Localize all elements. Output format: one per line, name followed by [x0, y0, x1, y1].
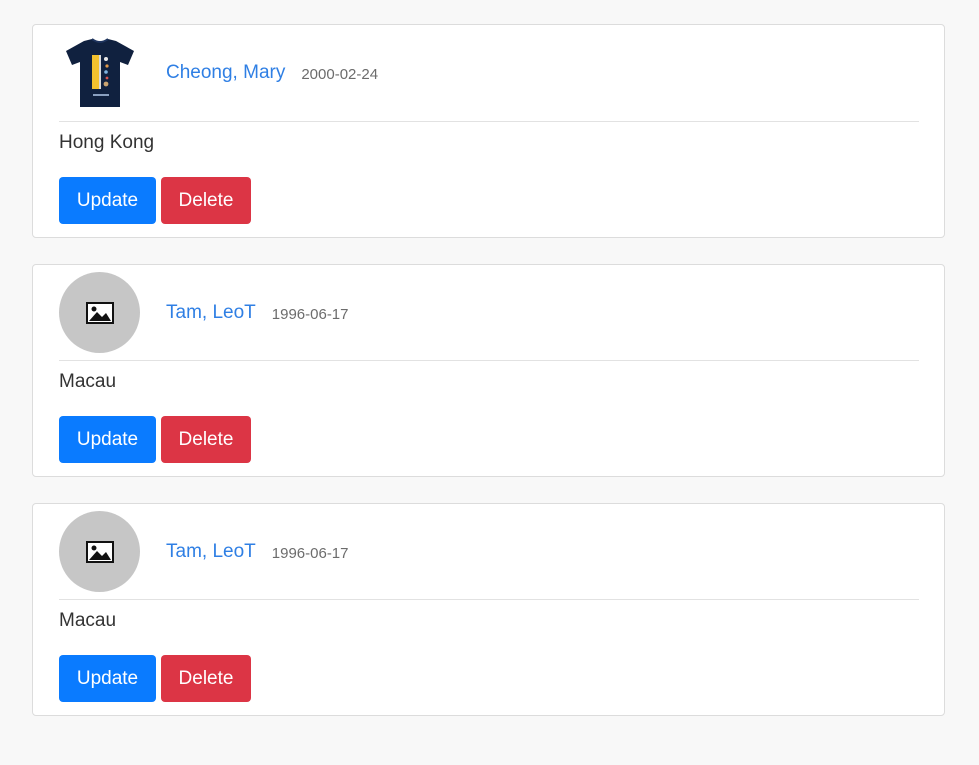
update-button[interactable]: Update [59, 416, 156, 463]
delete-button[interactable]: Delete [161, 655, 251, 702]
avatar [59, 511, 140, 592]
person-list: Cheong, Mary 2000-02-24 Hong Kong Update… [32, 24, 945, 742]
person-dob: 2000-02-24 [301, 66, 379, 83]
tshirt-photo [65, 38, 134, 107]
person-card: Tam, LeoT 1996-06-17 Macau Update Delete [32, 264, 945, 477]
avatar [59, 33, 140, 114]
image-placeholder-icon [85, 301, 114, 324]
avatar [59, 272, 140, 353]
person-dob: 1996-06-17 [271, 544, 349, 562]
person-name-link[interactable]: Tam, LeoT [166, 541, 256, 563]
person-city: Macau [59, 371, 117, 392]
person-city: Hong Kong [59, 132, 155, 153]
image-placeholder-icon [85, 540, 114, 563]
card-actions: Update Delete [59, 177, 919, 224]
card-header: Tam, LeoT 1996-06-17 [59, 265, 919, 361]
card-header: Cheong, Mary 2000-02-24 [59, 25, 919, 122]
person-dob: 1996-06-17 [271, 305, 349, 323]
card-actions: Update Delete [59, 416, 919, 463]
card-header: Tam, LeoT 1996-06-17 [59, 504, 919, 600]
card-actions: Update Delete [59, 655, 919, 702]
person-name-link[interactable]: Tam, LeoT [166, 302, 256, 324]
person-city: Macau [59, 610, 117, 631]
person-card: Tam, LeoT 1996-06-17 Macau Update Delete [32, 503, 945, 716]
delete-button[interactable]: Delete [161, 177, 251, 224]
delete-button[interactable]: Delete [161, 416, 251, 463]
update-button[interactable]: Update [59, 177, 156, 224]
person-card: Cheong, Mary 2000-02-24 Hong Kong Update… [32, 24, 945, 238]
person-name-link[interactable]: Cheong, Mary [166, 62, 285, 84]
update-button[interactable]: Update [59, 655, 156, 702]
